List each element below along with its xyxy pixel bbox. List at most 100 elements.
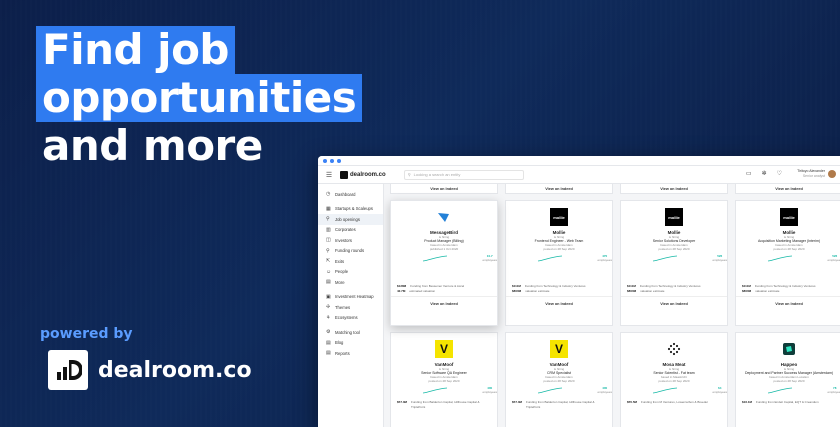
employee-label: employees: [712, 390, 727, 395]
sidebar-item-dashboard[interactable]: ◷ Dashboard: [318, 189, 383, 200]
sidebar-item-people[interactable]: ☺ People: [318, 267, 383, 278]
funding-amount: $57.3M: [397, 400, 408, 405]
sidebar-item-icon: ◷: [326, 191, 331, 198]
sidebar-item-job-openings[interactable]: ⚲ Job openings: [318, 214, 383, 225]
view-on-indeed-link[interactable]: View on Indeed: [621, 184, 727, 191]
funding-description: Funding from Endeit Capital, EQT & Crean…: [756, 400, 819, 405]
window-dot-icon[interactable]: [330, 158, 334, 163]
view-on-indeed-link[interactable]: View on Indeed: [506, 302, 612, 306]
powered-by-label: powered by: [40, 326, 133, 342]
job-grid: View on Indeed View on Indeed View on Inde…: [384, 184, 840, 427]
growth-sparkline: [423, 256, 448, 262]
sidebar-item-blog[interactable]: ▤ Blog: [318, 338, 383, 349]
sidebar-item-reports[interactable]: ▤ Reports: [318, 348, 383, 359]
sidebar-item-more[interactable]: ▤ More: [318, 277, 383, 288]
sidebar-item-funding-rounds[interactable]: ⚲ Funding rounds: [318, 246, 383, 257]
app-window: ☰ dealroom.co ⚲ Looking a search an enti…: [318, 156, 840, 427]
monitor-icon[interactable]: ▭: [746, 170, 752, 177]
sidebar-item-label: Ecosystems: [335, 315, 358, 321]
mollie-logo-icon: mollie: [780, 208, 798, 226]
user-role: Senior analyst: [802, 173, 825, 178]
funding-description: Funding from Balderton Capital, Hillhous…: [411, 400, 480, 410]
sidebar-item-label: Reports: [335, 350, 350, 356]
view-on-indeed-link[interactable]: View on Indeed: [391, 184, 497, 191]
search-input[interactable]: ⚲ Looking a search an entity: [403, 169, 524, 180]
window-titlebar: [318, 156, 840, 166]
window-dot-icon[interactable]: [323, 158, 327, 163]
valuation-description: estimated valuation: [409, 289, 436, 294]
menu-icon[interactable]: ☰: [318, 171, 340, 179]
valuation-description: valuation estimate: [525, 289, 550, 294]
job-card-partial: View on Indeed: [735, 184, 840, 194]
sidebar-item-investors[interactable]: ◫ Investors: [318, 235, 383, 246]
sidebar-item-label: Themes: [335, 304, 351, 310]
sidebar-item-label: Corporates: [335, 227, 356, 233]
vanmoof-logo-icon: V: [550, 340, 568, 358]
growth-sparkline: [538, 256, 563, 262]
sidebar-item-icon: ◫: [326, 237, 331, 244]
sidebar-item-corporates[interactable]: ▥ Corporates: [318, 225, 383, 236]
window-dot-icon[interactable]: [337, 158, 341, 163]
sidebar-item-label: Matching tool: [335, 329, 360, 335]
valuation-description: valuation estimate: [755, 289, 780, 294]
employee-label: employees: [482, 258, 497, 263]
sidebar-item-icon: ☺: [326, 268, 332, 275]
search-icon: ⚲: [407, 172, 411, 177]
sidebar-item-exits[interactable]: ⇱ Exits: [318, 256, 383, 267]
job-card[interactable]: mollie Mollie is hiring Acquisition Marketi…: [735, 200, 840, 326]
avatar[interactable]: [828, 169, 836, 178]
sidebar-item-icon: ✢: [326, 304, 331, 311]
job-card-partial: View on Indeed: [620, 184, 728, 194]
sidebar-item-label: People: [335, 269, 349, 275]
search-placeholder: Looking a search an entity: [413, 172, 461, 177]
settings-icon[interactable]: ✲: [762, 170, 767, 177]
vanmoof-logo-icon: V: [435, 340, 453, 358]
funding-amount: $57.3M: [512, 400, 523, 405]
funding-amount: $16.1M: [742, 400, 753, 405]
sidebar-item-icon: ▦: [326, 205, 331, 212]
job-card[interactable]: V VanMoof is hiring CRM Specialist based in …: [505, 332, 613, 427]
dealroom-mini-icon: [340, 170, 348, 179]
hero-headline: Find job opportunities and more: [36, 26, 363, 170]
growth-sparkline: [768, 256, 793, 262]
employee-label: employees: [597, 390, 612, 395]
sidebar-item-label: Funding rounds: [335, 248, 365, 254]
job-card[interactable]: Happeo is hiring Deployment and Partner Su…: [735, 332, 840, 427]
app-logo[interactable]: dealroom.co: [340, 170, 386, 179]
view-on-indeed-link[interactable]: View on Indeed: [506, 184, 612, 191]
employee-label: employees: [712, 258, 727, 263]
employee-label: employees: [827, 390, 840, 395]
headline-line-2: opportunities: [36, 74, 363, 122]
heart-icon[interactable]: ♡: [777, 170, 782, 177]
messagebird-logo-icon: [435, 208, 453, 226]
view-on-indeed-link[interactable]: View on Indeed: [621, 302, 727, 306]
sidebar-item-themes[interactable]: ✢ Themes: [318, 302, 383, 313]
funding-amount: $55.5M: [627, 400, 638, 405]
job-card[interactable]: mollie Mollie is hiring Frontend Engineer -…: [505, 200, 613, 326]
sidebar-item-ecosystems[interactable]: ⚘ Ecosystems: [318, 313, 383, 324]
app-logo-text: dealroom.co: [350, 171, 386, 178]
job-card[interactable]: Mosa Meat is hiring Senior Scientist - Fat…: [620, 332, 728, 427]
sidebar-item-icon: ▤: [326, 279, 331, 286]
job-card[interactable]: V VanMoof is hiring Senior Software QA Engi…: [390, 332, 498, 427]
sidebar-item-icon: ⚘: [326, 314, 331, 321]
employee-label: employees: [597, 258, 612, 263]
sidebar-item-label: Investors: [335, 237, 352, 243]
view-on-indeed-link[interactable]: View on Indeed: [736, 184, 840, 191]
job-card[interactable]: mollie Mollie is hiring Senior Solutions De…: [620, 200, 728, 326]
headline-line-1: Find job: [36, 26, 235, 74]
growth-sparkline: [538, 388, 563, 394]
happeo-logo-icon: [780, 340, 798, 358]
sidebar-item-matching-tool[interactable]: ⚙ Matching tool: [318, 327, 383, 338]
funding-description: Funding from M Ventures, Lowercarbon & B…: [641, 400, 709, 405]
mollie-logo-icon: mollie: [550, 208, 568, 226]
job-card-partial: View on Indeed: [390, 184, 498, 194]
user-menu[interactable]: Tiritoyo Alexander Senior analyst: [797, 169, 836, 178]
view-on-indeed-link[interactable]: View on Indeed: [736, 302, 840, 306]
user-name: Tiritoyo Alexander: [797, 169, 825, 173]
sidebar-item-startups-scaleups[interactable]: ▦ Startups & Scaleups: [318, 204, 383, 215]
sidebar-item-icon: ▥: [326, 226, 331, 233]
sidebar-item-investment-heatmap[interactable]: ▣ Investment Heatmap: [318, 292, 383, 303]
view-on-indeed-link[interactable]: View on Indeed: [391, 302, 497, 306]
job-card[interactable]: MessageBird is hiring Product Manager (Bil…: [390, 200, 498, 326]
